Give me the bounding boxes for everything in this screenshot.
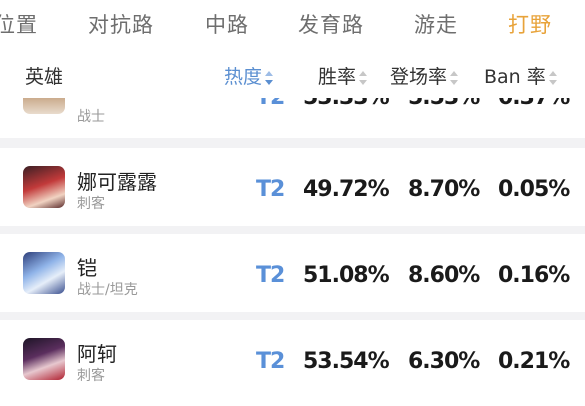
tab-mid-lane[interactable]: 中路: [205, 9, 249, 39]
table-row[interactable]: 铠 战士/坦克 T2 51.08% 8.60% 0.16%: [0, 234, 585, 320]
header-heat[interactable]: 热度: [224, 62, 274, 89]
win-rate-value: 53.33%: [303, 98, 390, 110]
table-row[interactable]: 阿轲 刺客 T2 53.54% 6.30% 0.21%: [0, 320, 585, 406]
header-heat-label: 热度: [224, 66, 263, 88]
hero-name: 阿轲: [77, 342, 117, 366]
ban-rate-value: 0.37%: [498, 98, 570, 110]
tab-top-lane[interactable]: 对抗路: [88, 9, 154, 39]
hero-role: 刺客: [77, 368, 105, 384]
hero-tier: T2: [256, 263, 285, 288]
tab-jungle[interactable]: 打野: [508, 9, 552, 39]
pick-rate-value: 6.30%: [408, 349, 480, 374]
header-pick-rate-label: 登场率: [390, 66, 448, 88]
position-tab-bar: 位置 对抗路 中路 发育路 游走 打野: [0, 0, 585, 50]
sort-icon: [359, 70, 368, 85]
sort-icon: [548, 70, 557, 85]
hero-tier: T2: [256, 177, 285, 202]
header-pick-rate[interactable]: 登场率: [390, 62, 459, 89]
pick-rate-value: 8.60%: [408, 263, 480, 288]
win-rate-value: 51.08%: [303, 263, 390, 288]
pick-rate-value: 5.53%: [408, 98, 480, 110]
hero-name: 铠: [77, 256, 97, 280]
hero-role: 战士/坦克: [77, 282, 138, 298]
row-divider: [0, 138, 585, 148]
hero-role: 刺客: [77, 196, 105, 212]
win-rate-value: 53.54%: [303, 349, 390, 374]
hero-avatar: [23, 252, 65, 294]
hero-avatar: [23, 98, 65, 114]
hero-avatar: [23, 338, 65, 380]
ban-rate-value: 0.05%: [498, 177, 570, 202]
table-row-partial[interactable]: 战士 T2 53.33% 5.53% 0.37%: [0, 98, 585, 130]
table-row[interactable]: 娜可露露 刺客 T2 49.72% 8.70% 0.05%: [0, 148, 585, 234]
hero-role: 战士: [77, 109, 105, 125]
header-win-rate[interactable]: 胜率: [318, 62, 368, 89]
win-rate-value: 49.72%: [303, 177, 390, 202]
sort-icon: [450, 70, 459, 85]
hero-tier: T2: [256, 98, 285, 110]
tab-bot-lane[interactable]: 发育路: [298, 9, 364, 39]
pick-rate-value: 8.70%: [408, 177, 480, 202]
hero-avatar: [23, 166, 65, 208]
ban-rate-value: 0.16%: [498, 263, 570, 288]
header-hero: 英雄: [25, 66, 64, 88]
table-header: 英雄 热度 胜率 登场率 Ban 率: [0, 50, 585, 98]
hero-tier: T2: [256, 349, 285, 374]
tab-position[interactable]: 位置: [0, 9, 38, 39]
hero-name: 娜可露露: [77, 170, 157, 194]
ban-rate-value: 0.21%: [498, 349, 570, 374]
header-ban-rate[interactable]: Ban 率: [484, 62, 557, 89]
header-win-rate-label: 胜率: [318, 66, 357, 88]
header-ban-rate-label: Ban 率: [484, 66, 546, 88]
sort-active-icon: [265, 70, 274, 85]
tab-roam[interactable]: 游走: [414, 9, 458, 39]
